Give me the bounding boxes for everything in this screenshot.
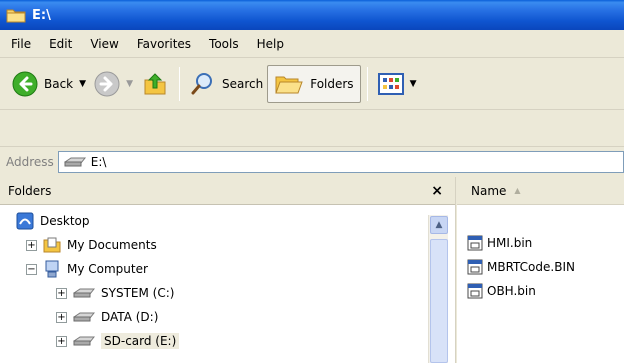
address-label: Address — [6, 154, 54, 169]
scrollbar-thumb[interactable] — [430, 239, 448, 363]
chevron-down-icon[interactable]: ▼ — [126, 79, 133, 89]
menu-bar: File Edit View Favorites Tools Help — [0, 30, 624, 58]
back-arrow-icon — [12, 71, 38, 96]
scroll-up-icon[interactable]: ▲ — [430, 216, 448, 234]
file-item-hmi[interactable]: HMI.bin — [467, 231, 575, 255]
file-name-obh: OBH.bin — [487, 284, 536, 298]
my-computer-icon — [45, 260, 59, 278]
menu-favorites[interactable]: Favorites — [130, 34, 198, 54]
search-label: Search — [221, 76, 264, 91]
collapse-minus-icon[interactable]: − — [26, 263, 37, 275]
forward-button[interactable]: ▼ — [90, 64, 137, 104]
expand-plus-icon[interactable]: + — [56, 311, 67, 323]
desktop-icon — [16, 212, 34, 230]
file-item-obh[interactable]: OBH.bin — [467, 279, 575, 303]
expand-plus-icon[interactable]: + — [26, 239, 37, 251]
file-name-mbrtcode: MBRTCode.BIN — [487, 260, 575, 274]
address-value: E:\ — [90, 154, 107, 169]
tree-item-my-documents[interactable]: + My Documents — [0, 233, 430, 257]
tree-label-my-documents: My Documents — [67, 238, 157, 252]
views-button[interactable]: ▼ — [374, 64, 421, 104]
folders-icon — [275, 76, 303, 93]
chevron-down-icon[interactable]: ▼ — [410, 79, 417, 89]
sort-ascending-icon: ▲ — [514, 186, 521, 195]
address-field[interactable]: E:\ — [57, 150, 624, 173]
drive-icon — [73, 312, 95, 322]
drive-icon — [73, 288, 95, 298]
tree-item-data-d[interactable]: + DATA (D:) — [0, 305, 430, 329]
tree-label-desktop: Desktop — [40, 214, 90, 228]
search-button[interactable]: Search — [186, 64, 267, 104]
folder-icon — [6, 9, 26, 23]
back-label: Back — [44, 76, 74, 91]
my-documents-icon — [43, 237, 61, 253]
chevron-down-icon[interactable]: ▼ — [79, 79, 86, 89]
expand-plus-icon[interactable]: + — [56, 335, 67, 347]
tree-label-sd-card-e: SD-card (E:) — [101, 333, 180, 349]
tree-item-sd-card-e[interactable]: + SD-card (E:) — [0, 329, 430, 353]
search-icon — [191, 72, 212, 94]
folders-pane-header: Folders × — [0, 177, 455, 205]
expand-plus-icon[interactable]: + — [56, 287, 67, 299]
folders-pane: Folders × Desktop + My Documents − My Co… — [0, 177, 456, 363]
back-button[interactable]: Back ▼ — [8, 64, 90, 104]
up-folder-icon — [144, 72, 166, 94]
standard-toolbar: Back ▼ ▼ Search Folders ▼ — [0, 58, 624, 110]
tree-label-system-c: SYSTEM (C:) — [101, 286, 175, 300]
address-bar: Address E:\ — [0, 146, 624, 176]
files-pane: Name ▲ HMI.bin MBRTCode.BIN OBH.bin — [457, 177, 624, 363]
toolbar-separator — [178, 66, 180, 101]
file-name-hmi: HMI.bin — [487, 236, 533, 250]
window-title: E:\ — [32, 7, 51, 23]
tree-item-my-computer[interactable]: − My Computer — [0, 257, 430, 281]
title-bar[interactable]: E:\ — [0, 0, 624, 30]
file-bin-icon — [467, 283, 483, 299]
folders-button[interactable]: Folders — [267, 64, 361, 103]
menu-tools[interactable]: Tools — [202, 34, 246, 54]
toolbar-band — [0, 110, 624, 146]
tree-label-data-d: DATA (D:) — [101, 310, 159, 324]
close-icon[interactable]: × — [431, 183, 443, 199]
menu-view[interactable]: View — [83, 34, 125, 54]
file-bin-icon — [467, 235, 483, 251]
views-icon — [377, 72, 404, 95]
forward-arrow-icon — [94, 71, 120, 96]
file-bin-icon — [467, 259, 483, 275]
file-list: HMI.bin MBRTCode.BIN OBH.bin — [467, 231, 575, 303]
column-header-name[interactable]: Name ▲ — [457, 177, 624, 205]
drive-icon — [63, 157, 86, 166]
folders-label: Folders — [310, 76, 354, 91]
tree-label-my-computer: My Computer — [67, 262, 148, 276]
file-item-mbrtcode[interactable]: MBRTCode.BIN — [467, 255, 575, 279]
column-name-label: Name — [471, 183, 507, 198]
up-button[interactable] — [137, 64, 173, 104]
toolbar-separator — [366, 66, 368, 101]
menu-help[interactable]: Help — [250, 34, 291, 54]
folders-pane-title: Folders — [8, 183, 52, 198]
menu-edit[interactable]: Edit — [42, 34, 79, 54]
folder-tree: Desktop + My Documents − My Computer + S… — [0, 209, 430, 353]
tree-item-desktop[interactable]: Desktop — [0, 209, 430, 233]
menu-file[interactable]: File — [4, 34, 38, 54]
folders-scrollbar[interactable]: ▲ — [428, 215, 448, 363]
tree-item-system-c[interactable]: + SYSTEM (C:) — [0, 281, 430, 305]
drive-icon — [73, 336, 95, 346]
